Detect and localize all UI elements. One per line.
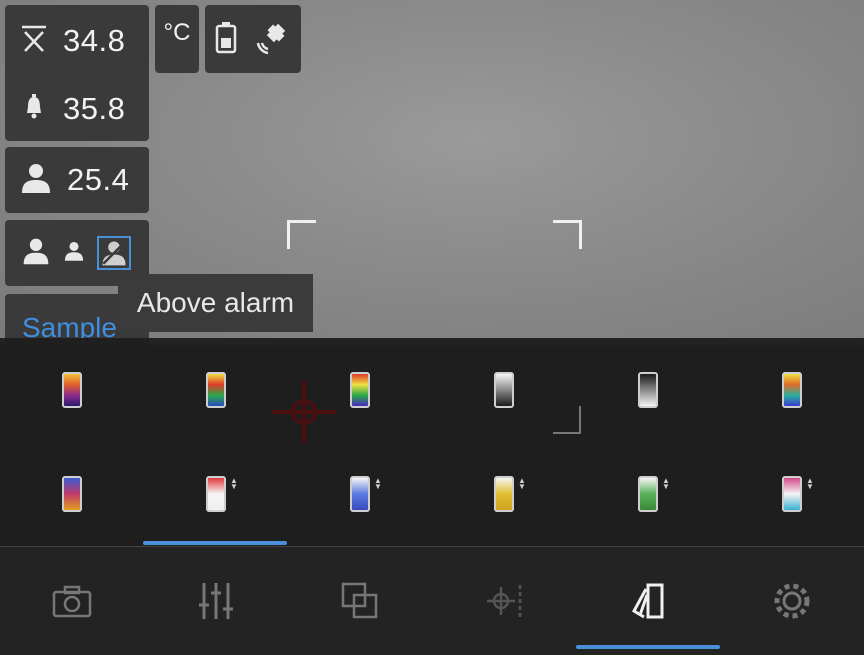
- person-value: 25.4: [67, 162, 130, 197]
- battery-icon: [214, 20, 238, 59]
- alarm-value: 35.8: [63, 91, 126, 126]
- camera-button[interactable]: [0, 547, 144, 655]
- palette-black-hot[interactable]: [638, 372, 658, 408]
- bottom-toolbar: [0, 547, 864, 655]
- target-button[interactable]: [432, 547, 576, 655]
- palette-adjust-arrows-icon: ▲ ▼: [662, 476, 670, 491]
- alarm-reading: 35.8: [5, 77, 149, 141]
- measure-box-bottom-right: [553, 406, 581, 434]
- person-icon: [19, 161, 53, 200]
- palette-rainbow[interactable]: [206, 372, 226, 408]
- palette-adjust-arrows-icon: ▲ ▼: [806, 476, 814, 491]
- palette-iron[interactable]: [62, 372, 82, 408]
- person-small-icon[interactable]: [63, 240, 85, 267]
- satellite-icon: [256, 19, 292, 60]
- palette-above-red[interactable]: [206, 476, 226, 512]
- tooltip: Above alarm: [118, 274, 313, 332]
- measure-box-top-left: [287, 220, 316, 249]
- person-masked-icon[interactable]: [97, 236, 131, 270]
- overlay-icon: [341, 582, 378, 619]
- unit-panel[interactable]: °C: [155, 5, 199, 73]
- status-panel: [205, 5, 301, 73]
- unit-label: °C: [163, 19, 191, 46]
- person-reading: 25.4: [5, 147, 149, 213]
- palette-adjust-arrows-icon: ▲ ▼: [518, 476, 526, 491]
- adjust-button[interactable]: [144, 547, 288, 655]
- max-temperature-icon: [19, 24, 49, 59]
- palette-rainbow-hc[interactable]: [350, 372, 370, 408]
- palette-above-blue[interactable]: [350, 476, 370, 512]
- crosshair-icon: [272, 380, 336, 444]
- overlay-button[interactable]: [288, 547, 432, 655]
- max-reading: 34.8: [5, 5, 149, 77]
- tooltip-text: Above alarm: [136, 287, 295, 318]
- camera-icon: [52, 585, 92, 618]
- palette-selected-indicator: [143, 541, 287, 545]
- palette-button[interactable]: [576, 547, 720, 655]
- palette-above-green[interactable]: [638, 476, 658, 512]
- palette-tray: ▲ ▼ ▲ ▼ ▲ ▼ ▲ ▼ ▲ ▼: [0, 338, 864, 546]
- palette-lava[interactable]: [782, 372, 802, 408]
- person-large-icon[interactable]: [21, 236, 51, 271]
- max-value: 34.8: [63, 23, 126, 58]
- sliders-icon: [199, 583, 233, 619]
- max-min-panel: 34.8 35.8: [5, 5, 149, 141]
- bell-icon: [19, 92, 49, 127]
- measure-box-top-right: [553, 220, 582, 249]
- palette-white-hot[interactable]: [494, 372, 514, 408]
- palette-arctic[interactable]: [62, 476, 82, 512]
- toolbar-selected-indicator: [576, 645, 720, 649]
- palette-above-yellow[interactable]: [494, 476, 514, 512]
- palette-cards-icon: [631, 583, 664, 619]
- target-icon: [487, 585, 522, 617]
- palette-adjust-arrows-icon: ▲ ▼: [374, 476, 382, 491]
- palette-adjust-arrows-icon: ▲ ▼: [230, 476, 238, 491]
- settings-button[interactable]: [720, 547, 864, 655]
- gear-icon: [774, 583, 810, 619]
- palette-above-pink[interactable]: [782, 476, 802, 512]
